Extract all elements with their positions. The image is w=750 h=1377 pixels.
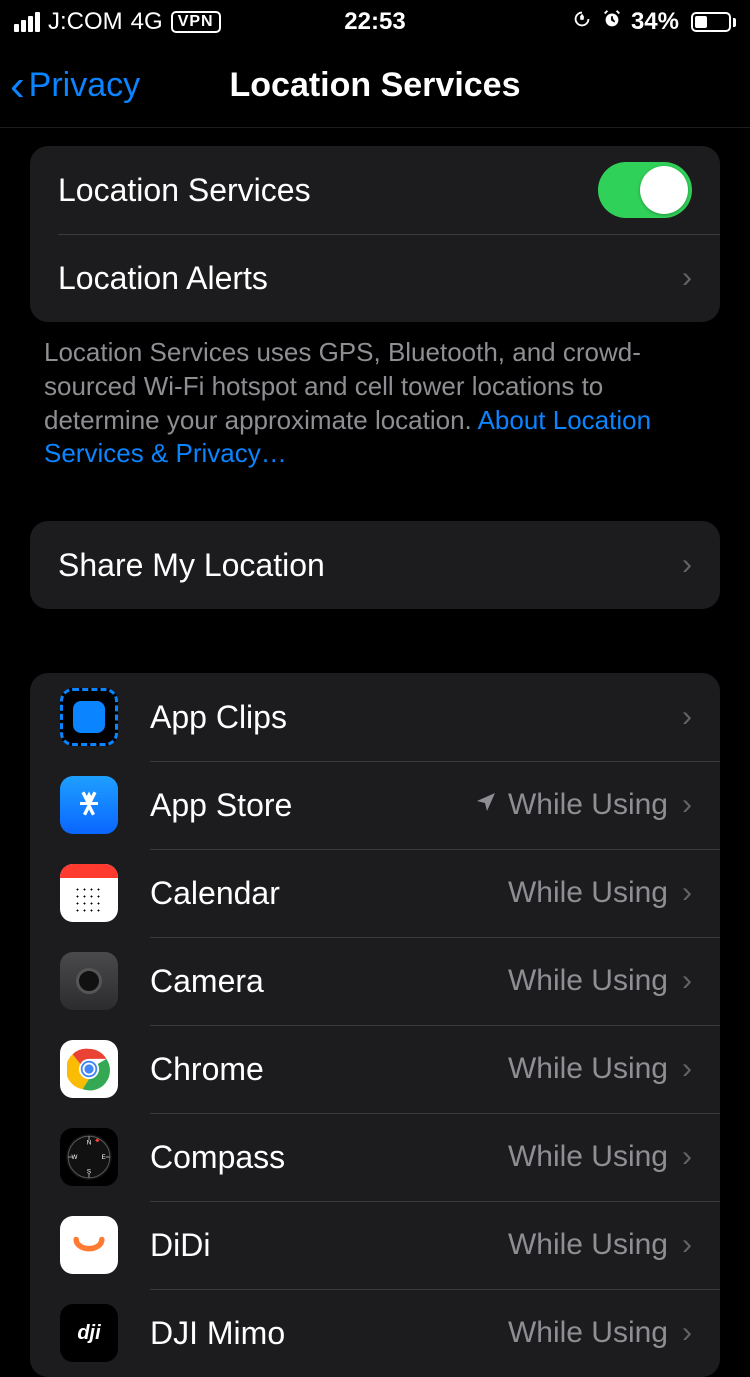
chevron-right-icon: › xyxy=(682,876,692,910)
app-name-label: App Store xyxy=(150,787,474,824)
appclips-icon xyxy=(60,688,118,746)
app-name-label: Camera xyxy=(150,963,508,1000)
location-services-footer: Location Services uses GPS, Bluetooth, a… xyxy=(0,322,750,471)
signal-icon xyxy=(14,12,40,32)
app-row-camera[interactable]: CameraWhile Using › xyxy=(30,937,720,1025)
app-row-chrome[interactable]: ChromeWhile Using › xyxy=(30,1025,720,1113)
app-row-dji[interactable]: dji DJI MimoWhile Using › xyxy=(30,1289,720,1377)
page-title: Location Services xyxy=(229,66,520,105)
clock: 22:53 xyxy=(344,8,405,36)
camera-icon xyxy=(60,952,118,1010)
app-row-compass[interactable]: N S W E CompassWhile Using › xyxy=(30,1113,720,1201)
back-label: Privacy xyxy=(29,66,140,105)
chevron-right-icon: › xyxy=(682,1228,692,1262)
network-label: 4G xyxy=(131,8,163,36)
location-services-label: Location Services xyxy=(58,172,598,209)
app-status-label: While Using xyxy=(508,1052,668,1086)
svg-text:W: W xyxy=(71,1154,77,1161)
app-status-label: While Using xyxy=(508,1228,668,1262)
app-name-label: Calendar xyxy=(150,875,508,912)
share-location-section: Share My Location › xyxy=(30,521,720,609)
app-name-label: Chrome xyxy=(150,1051,508,1088)
battery-percent: 34% xyxy=(631,8,679,36)
svg-text:N: N xyxy=(87,1140,92,1147)
chevron-right-icon: › xyxy=(682,788,692,822)
carrier-label: J:COM xyxy=(48,8,123,36)
chevron-right-icon: › xyxy=(682,261,692,295)
app-row-appclips[interactable]: App Clips› xyxy=(30,673,720,761)
app-row-calendar[interactable]: CalendarWhile Using › xyxy=(30,849,720,937)
chevron-right-icon: › xyxy=(682,964,692,998)
location-arrow-icon xyxy=(474,790,498,821)
app-status-label: While Using xyxy=(508,788,668,822)
chrome-icon xyxy=(60,1040,118,1098)
chevron-right-icon: › xyxy=(682,1052,692,1086)
share-my-location-label: Share My Location xyxy=(58,547,682,584)
chevron-right-icon: › xyxy=(682,700,692,734)
location-services-section: Location Services Location Alerts › xyxy=(30,146,720,322)
location-alerts-row[interactable]: Location Alerts › xyxy=(30,234,720,322)
share-my-location-row[interactable]: Share My Location › xyxy=(30,521,720,609)
back-button[interactable]: ‹ Privacy xyxy=(0,64,140,108)
nav-header: ‹ Privacy Location Services xyxy=(0,44,750,128)
app-row-didi[interactable]: DiDiWhile Using › xyxy=(30,1201,720,1289)
status-bar: J:COM 4G VPN 22:53 34% xyxy=(0,0,750,44)
app-status-label: While Using xyxy=(508,1140,668,1174)
calendar-icon xyxy=(60,864,118,922)
location-services-toggle[interactable] xyxy=(598,162,692,218)
appstore-icon xyxy=(60,776,118,834)
chevron-right-icon: › xyxy=(682,1316,692,1350)
svg-text:S: S xyxy=(87,1169,91,1176)
app-status-label: While Using xyxy=(508,964,668,998)
app-name-label: Compass xyxy=(150,1139,508,1176)
app-name-label: DiDi xyxy=(150,1227,508,1264)
orientation-lock-icon xyxy=(571,8,593,37)
chevron-right-icon: › xyxy=(682,548,692,582)
app-row-appstore[interactable]: App Store While Using › xyxy=(30,761,720,849)
app-name-label: DJI Mimo xyxy=(150,1315,508,1352)
app-status-label: While Using xyxy=(508,1316,668,1350)
didi-icon xyxy=(60,1216,118,1274)
svg-text:E: E xyxy=(101,1154,105,1161)
location-services-toggle-row[interactable]: Location Services xyxy=(30,146,720,234)
battery-icon xyxy=(687,12,736,32)
app-name-label: App Clips xyxy=(150,699,682,736)
dji-icon: dji xyxy=(60,1304,118,1362)
chevron-left-icon: ‹ xyxy=(10,64,25,108)
alarm-icon xyxy=(601,8,623,37)
compass-icon: N S W E xyxy=(60,1128,118,1186)
vpn-badge: VPN xyxy=(171,11,221,33)
apps-section: App Clips›App StoreWhile Using›CalendarW… xyxy=(30,673,720,1377)
location-alerts-label: Location Alerts xyxy=(58,260,682,297)
app-status-label: While Using xyxy=(508,876,668,910)
chevron-right-icon: › xyxy=(682,1140,692,1174)
